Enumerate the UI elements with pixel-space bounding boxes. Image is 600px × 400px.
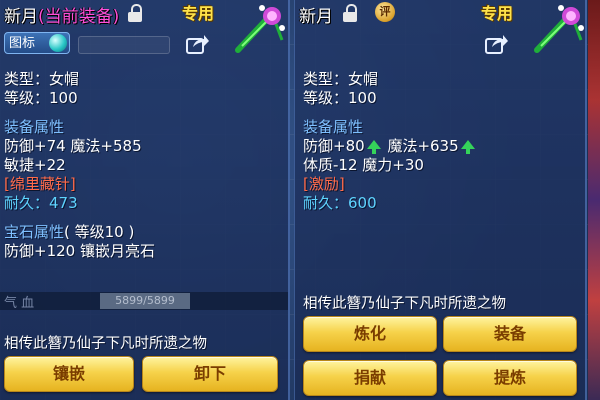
gem-section-title: 宝石属性	[4, 223, 65, 241]
unequip-button[interactable]: 卸下	[142, 356, 278, 392]
item-attributes: 类型：女帽 等级：100 装备属性 防御+74 魔法+585 敏捷+22 [绵里…	[4, 70, 284, 261]
durability-value: 600	[348, 194, 377, 212]
equip-button[interactable]: 装备	[443, 316, 577, 352]
hairpin-item-icon	[534, 5, 584, 53]
panel-header: 新月(当前装备) 专用	[0, 0, 288, 53]
donate-button[interactable]: 捐献	[303, 360, 437, 396]
lock-icon[interactable]	[128, 4, 142, 22]
attr-line-2: 体质-12 魔力+30	[303, 156, 424, 174]
unlock-icon[interactable]	[343, 4, 357, 22]
durability-line: 耐久：600	[303, 194, 581, 213]
side-decor-strip	[588, 0, 600, 400]
background-label-box	[78, 36, 170, 54]
attr-section-title: 装备属性	[303, 118, 364, 136]
share-icon[interactable]	[186, 33, 210, 55]
exclusive-tag: 专用	[481, 4, 514, 23]
durability-line: 耐久：473	[4, 194, 284, 213]
type-line: 类型：女帽	[303, 70, 379, 88]
type-line: 类型：女帽	[4, 70, 80, 88]
compare-item-panel: 新月 评 专用 类型：女帽 等级：100 装备属性 防御+80 魔法+635 体…	[294, 0, 587, 400]
attr-line-1: 防御+80 魔法+635	[303, 137, 581, 156]
rating-badge-icon[interactable]: 评	[375, 2, 395, 22]
gem-level: ( 等级10 )	[64, 223, 135, 241]
gem-section: 宝石属性( 等级10 )	[4, 223, 284, 242]
share-icon[interactable]	[485, 33, 509, 55]
magic-value: 魔法+635	[387, 137, 459, 155]
durability-label: 耐久：	[303, 194, 349, 212]
gem-line: 防御+120 镶嵌月亮石	[4, 242, 155, 260]
item-attributes: 类型：女帽 等级：100 装备属性 防御+80 魔法+635 体质-12 魔力+…	[303, 70, 581, 213]
hp-value: 5899/5899	[100, 293, 190, 309]
extract-button[interactable]: 提炼	[443, 360, 577, 396]
inlay-button[interactable]: 镶嵌	[4, 356, 134, 392]
item-description: 相传此簪乃仙子下凡时所遗之物	[303, 296, 506, 312]
current-equipment-panel: 新月(当前装备) 专用 图标 类型：女帽 等级：100 装备属性 防御+74 魔…	[0, 0, 290, 400]
hp-label: 气 血	[4, 296, 35, 311]
hp-background-bar: 气 血 5899/5899	[0, 292, 288, 311]
exclusive-tag: 专用	[182, 4, 215, 23]
durability-label: 耐久：	[4, 194, 50, 212]
durability-value: 473	[49, 194, 78, 212]
orb-icon	[49, 34, 67, 52]
increase-arrow-icon	[366, 140, 381, 154]
special-effect: [激励]	[303, 175, 345, 193]
attr-line-1: 防御+74 魔法+585	[4, 137, 142, 155]
panel-header: 新月 评 专用	[295, 0, 585, 53]
defense-value: 防御+80	[303, 137, 365, 155]
level-line: 等级：100	[303, 89, 377, 107]
item-name-text: 新月	[4, 7, 38, 27]
refine-button[interactable]: 炼化	[303, 316, 437, 352]
hairpin-item-icon	[235, 5, 285, 53]
catalog-button[interactable]: 图标	[4, 32, 70, 54]
rating-badge-label: 评	[379, 5, 391, 18]
increase-arrow-icon	[460, 140, 475, 154]
item-description: 相传此簪乃仙子下凡时所遗之物	[4, 336, 207, 352]
level-line: 等级：100	[4, 89, 78, 107]
item-name: 新月	[299, 7, 333, 27]
item-name: 新月(当前装备)	[4, 2, 119, 27]
attr-section-title: 装备属性	[4, 118, 65, 136]
attr-line-2: 敏捷+22	[4, 156, 66, 174]
special-effect: [绵里藏针]	[4, 175, 76, 193]
equipped-tag: (当前装备)	[38, 7, 120, 27]
catalog-button-label: 图标	[9, 36, 36, 51]
